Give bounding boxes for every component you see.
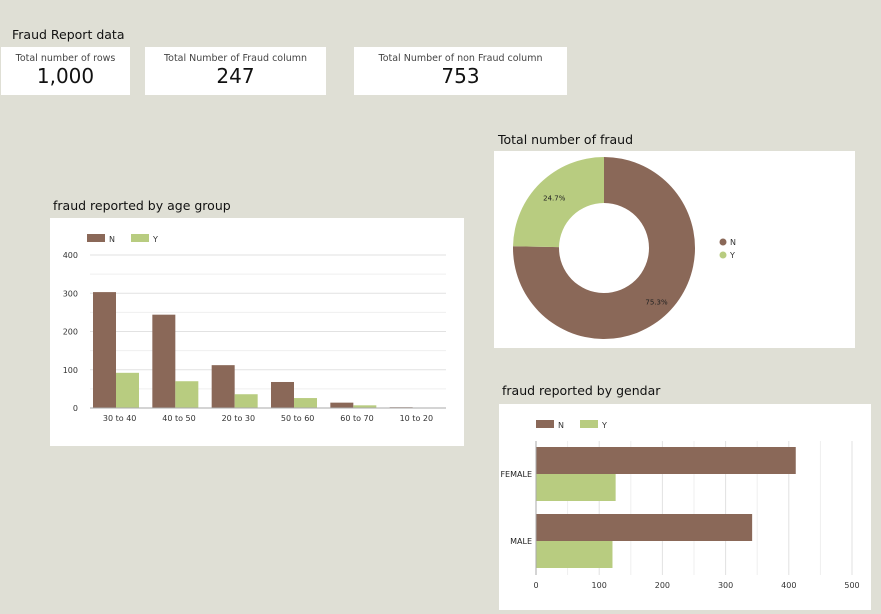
bar-y <box>235 394 258 408</box>
bar-n <box>330 403 353 408</box>
y-category-label: FEMALE <box>500 470 532 479</box>
x-tick-label: 400 <box>781 581 796 590</box>
y-tick-label: 300 <box>63 289 78 298</box>
bar-y <box>116 373 139 408</box>
age-chart-title: fraud reported by age group <box>53 198 231 213</box>
bar-n <box>536 447 796 474</box>
kpi-total-rows[interactable]: Total number of rows 1,000 <box>1 47 130 95</box>
y-tick-label: 200 <box>63 328 78 337</box>
slice-value-label: 75.3% <box>645 299 668 307</box>
legend-label: N <box>109 235 115 244</box>
bar-n <box>271 382 294 408</box>
legend-swatch-n <box>87 234 105 242</box>
x-tick-label: 200 <box>655 581 670 590</box>
x-tick-label: 50 to 60 <box>281 414 314 423</box>
total-chart-panel[interactable]: 75.3% 24.7% NY <box>494 151 855 348</box>
x-tick-label: 60 to 70 <box>340 414 373 423</box>
kpi-value: 753 <box>354 64 567 88</box>
y-tick-label: 400 <box>63 251 78 260</box>
legend-dot-n <box>720 239 727 246</box>
kpi-label: Total Number of non Fraud column <box>354 53 567 64</box>
legend-label: N <box>558 421 564 430</box>
kpi-value: 1,000 <box>1 64 130 88</box>
age-chart-panel[interactable]: N Y 0 100 200 300 400 30 to 40 40 to 50 20 to 30 5… <box>50 218 464 446</box>
x-tick-label: 0 <box>533 581 538 590</box>
x-tick-label: 100 <box>592 581 607 590</box>
bar-y <box>294 398 317 408</box>
x-tick-label: 20 to 30 <box>222 414 255 423</box>
bar-n <box>536 514 752 541</box>
legend-swatch-n <box>536 420 554 428</box>
bar-y <box>175 381 198 408</box>
x-tick-label: 300 <box>718 581 733 590</box>
kpi-label: Total Number of Fraud column <box>145 53 326 64</box>
x-tick-label: 10 to 20 <box>400 414 433 423</box>
legend-swatch-y <box>131 234 149 242</box>
gender-chart-title: fraud reported by gendar <box>502 383 660 398</box>
x-tick-label: 40 to 50 <box>162 414 195 423</box>
legend-label: Y <box>601 421 607 430</box>
gender-bar-chart[interactable]: N Y 0 100 200 300 400 500 FEMALE MALE <box>499 404 871 610</box>
total-chart-title: Total number of fraud <box>498 132 633 147</box>
y-category-label: MALE <box>510 537 532 546</box>
bar-y <box>536 474 616 501</box>
bar-n <box>93 292 116 408</box>
kpi-value: 247 <box>145 64 326 88</box>
page-title: Fraud Report data <box>12 27 124 42</box>
x-tick-label: 500 <box>844 581 859 590</box>
bar-n <box>212 365 235 408</box>
kpi-label: Total number of rows <box>1 53 130 64</box>
y-tick-label: 100 <box>63 366 78 375</box>
x-tick-label: 30 to 40 <box>103 414 136 423</box>
legend-label: Y <box>152 235 158 244</box>
fraud-donut-chart[interactable]: 75.3% 24.7% NY <box>494 151 855 348</box>
kpi-fraud-count[interactable]: Total Number of Fraud column 247 <box>145 47 326 95</box>
gender-chart-panel[interactable]: N Y 0 100 200 300 400 500 FEMALE MALE <box>499 404 871 610</box>
bar-n <box>152 315 175 408</box>
y-tick-label: 0 <box>73 404 78 413</box>
legend-swatch-y <box>580 420 598 428</box>
bar-y <box>536 541 612 568</box>
age-group-bar-chart[interactable]: N Y 0 100 200 300 400 30 to 40 40 to 50 20 to 30 5… <box>50 218 464 446</box>
slice-value-label: 24.7% <box>543 194 566 202</box>
kpi-non-fraud-count[interactable]: Total Number of non Fraud column 753 <box>354 47 567 95</box>
legend-label: Y <box>729 251 735 260</box>
legend-label: N <box>730 238 736 247</box>
legend-dot-y <box>720 252 727 259</box>
